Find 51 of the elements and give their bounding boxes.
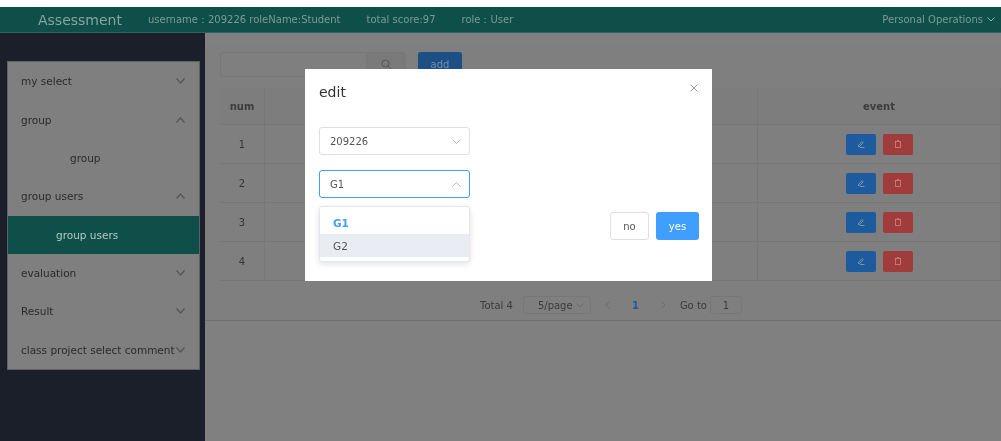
group-select[interactable]: G1 [319,170,470,198]
delete-button[interactable] [882,211,913,233]
table-cell: 4 [220,242,265,280]
edit-button[interactable] [845,133,876,155]
goto-page-field[interactable]: 1 [709,296,742,314]
pencil-icon [856,218,865,226]
menu-item[interactable]: my select [8,62,199,101]
trash-icon [893,179,902,187]
table-cell: 2 [220,164,265,202]
yes-button[interactable]: yes [656,212,699,240]
menu-item[interactable]: evaluation [8,253,199,292]
personal-operations-menu[interactable]: Personal Operations [882,14,995,25]
chevron-down-icon [452,138,461,144]
search-icon [381,59,391,69]
dropdown-option[interactable]: G2 [320,234,469,257]
total-score: total score:97 [366,14,436,25]
user-role: role：User [461,12,514,27]
page-size-select[interactable]: 5/page [522,296,591,314]
chevron-up-icon [452,181,461,187]
no-button[interactable]: no [610,212,649,240]
edit-button[interactable] [845,211,876,233]
column-header: event [758,88,1001,124]
edit-button[interactable] [845,250,876,272]
pencil-icon [856,140,865,148]
app-title: Assessment [38,11,122,28]
trash-icon [893,140,902,148]
delete-button[interactable] [882,250,913,272]
chevron-down-icon [987,17,995,22]
delete-button[interactable] [882,133,913,155]
trash-icon [893,257,902,265]
goto-label: Go to [679,299,707,311]
user-select[interactable]: 209226 [319,127,470,155]
table-cell: 3 [220,203,265,241]
column-header: num [220,88,265,124]
menu-item[interactable]: Result [8,292,199,331]
menu-item[interactable]: group users [8,177,199,216]
close-icon[interactable] [690,84,698,92]
trash-icon [893,218,902,226]
delete-button[interactable] [882,172,913,194]
submenu-item[interactable]: group [8,139,199,177]
table-cell: 1 [220,125,265,163]
pencil-icon [856,179,865,187]
dropdown-option[interactable]: G1 [320,211,469,234]
edit-button[interactable] [845,172,876,194]
user-info: username：209226 roleName:Student [148,12,341,27]
total-count: Total 4 [480,299,513,311]
submenu-item[interactable]: group users [8,215,199,254]
pencil-icon [856,257,865,265]
dialog-title: edit [319,84,346,100]
menu-item[interactable]: class project select comment [8,330,199,369]
menu-item[interactable]: group [8,100,199,139]
